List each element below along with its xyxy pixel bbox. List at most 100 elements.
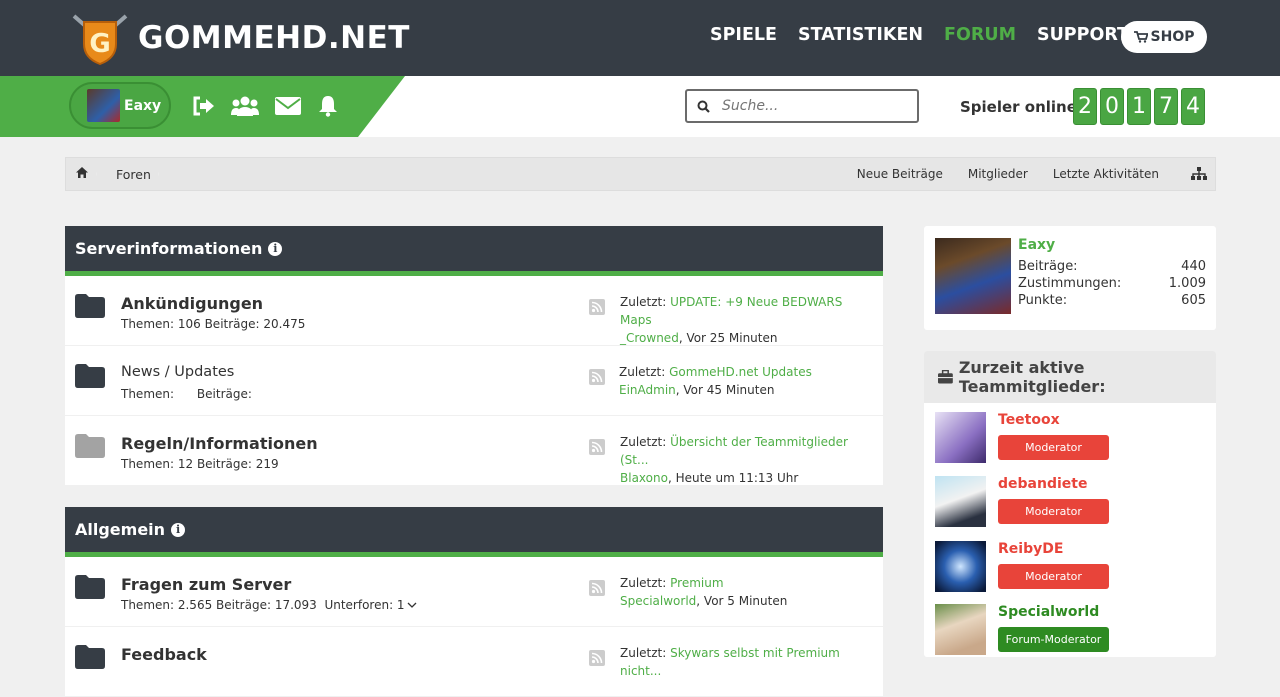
user-stat-likes: Zustimmungen: 1.009 xyxy=(1018,276,1206,291)
last-post-title[interactable]: GommeHD.net Updates xyxy=(669,365,812,379)
online-digit: 2 xyxy=(1073,88,1097,125)
stat-label: Zustimmungen: xyxy=(1018,276,1122,291)
forum-title[interactable]: Feedback xyxy=(121,645,207,664)
info-icon[interactable]: i xyxy=(171,522,186,537)
last-post-user[interactable]: EinAdmin xyxy=(619,383,676,397)
folder-icon xyxy=(75,575,105,599)
rss-icon[interactable] xyxy=(589,580,605,596)
folder-icon xyxy=(75,434,105,458)
main-nav: SPIELE STATISTIKEN FORUM SUPPORT xyxy=(710,25,1129,45)
forum-row[interactable]: News / Updates Themen: Beiträge: Zuletzt… xyxy=(65,346,883,416)
avatar[interactable] xyxy=(935,476,986,527)
mail-icon[interactable] xyxy=(275,95,301,117)
rss-icon[interactable] xyxy=(589,439,605,455)
rss-icon[interactable] xyxy=(589,299,605,315)
link-recent-activity[interactable]: Letzte Aktivitäten xyxy=(1053,167,1159,181)
svg-text:G: G xyxy=(89,29,110,59)
last-post-prefix: Zuletzt: xyxy=(620,435,667,449)
forum-stats: Themen: 12 Beiträge: 219 xyxy=(121,457,279,471)
site-header: G GOMMEHD.NET SPIELE STATISTIKEN FORUM S… xyxy=(0,0,1280,76)
category-title: Allgemein xyxy=(75,520,166,539)
logo-icon[interactable]: G xyxy=(70,12,130,66)
briefcase-icon xyxy=(938,370,953,384)
online-digit: 4 xyxy=(1181,88,1205,125)
stat-value: 605 xyxy=(1181,293,1206,308)
last-post-user[interactable]: Specialworld xyxy=(620,594,696,608)
shop-button[interactable]: SHOP xyxy=(1121,21,1207,53)
avatar[interactable] xyxy=(935,238,1011,314)
forum-title[interactable]: Regeln/Informationen xyxy=(121,434,318,453)
breadcrumb: Foren Neue Beiträge Mitglieder Letzte Ak… xyxy=(65,157,1216,191)
forum-stats: Themen: 2.565 Beiträge: 17.093 Unterfore… xyxy=(121,598,417,612)
forum-title[interactable]: Ankündigungen xyxy=(121,294,263,313)
shop-label: SHOP xyxy=(1150,29,1195,45)
forum-stats: Themen: 106 Beiträge: 20.475 xyxy=(121,317,306,331)
last-post-time: , Heute um 11:13 Uhr xyxy=(667,471,799,485)
sidebar-username[interactable]: Eaxy xyxy=(1018,237,1055,253)
team-member: Specialworld Forum-Moderator xyxy=(935,604,1205,656)
logout-icon[interactable] xyxy=(192,95,215,117)
sitemap-icon[interactable] xyxy=(1191,167,1207,181)
search-input[interactable] xyxy=(722,98,902,114)
bell-icon[interactable] xyxy=(317,95,339,117)
team-member-name[interactable]: Teetoox xyxy=(998,412,1060,428)
rss-icon[interactable] xyxy=(589,369,605,385)
forum-list: Serverinformationen i Ankündigungen Them… xyxy=(65,226,883,697)
user-stat-points: Punkte: 605 xyxy=(1018,293,1206,308)
home-icon[interactable] xyxy=(76,167,88,178)
nav-support[interactable]: SUPPORT xyxy=(1037,25,1129,45)
forum-row[interactable]: Regeln/Informationen Themen: 12 Beiträge… xyxy=(65,416,883,486)
nav-forum[interactable]: FORUM xyxy=(944,25,1016,45)
breadcrumb-current[interactable]: Foren xyxy=(116,167,151,182)
team-member-name[interactable]: ReibyDE xyxy=(998,541,1063,557)
avatar xyxy=(87,89,120,122)
nav-statistiken[interactable]: STATISTIKEN xyxy=(798,25,923,45)
forum-title[interactable]: News / Updates xyxy=(121,364,234,380)
online-digit: 7 xyxy=(1154,88,1178,125)
link-new-posts[interactable]: Neue Beiträge xyxy=(857,167,943,181)
team-member-name[interactable]: Specialworld xyxy=(998,604,1099,620)
online-digit: 1 xyxy=(1127,88,1151,125)
category-forums: Fragen zum Server Themen: 2.565 Beiträge… xyxy=(65,557,883,697)
breadcrumb-separator xyxy=(158,172,159,176)
online-digit: 0 xyxy=(1100,88,1124,125)
search-box[interactable] xyxy=(685,89,919,123)
chevron-down-icon[interactable] xyxy=(407,601,417,609)
info-icon[interactable]: i xyxy=(268,241,283,256)
team-member-name[interactable]: debandiete xyxy=(998,476,1087,492)
users-icon[interactable] xyxy=(231,95,259,117)
team-member: ReibyDE Moderator xyxy=(935,541,1205,593)
quick-actions xyxy=(192,95,339,117)
stat-label: Beiträge: xyxy=(1018,259,1078,274)
last-post-info: Zuletzt: UPDATE: +9 Neue BEDWARS Maps _C… xyxy=(620,293,870,347)
last-post-time: , Vor 25 Minuten xyxy=(678,331,778,345)
avatar[interactable] xyxy=(935,541,986,592)
forum-title[interactable]: Fragen zum Server xyxy=(121,575,291,594)
brand-name[interactable]: GOMMEHD.NET xyxy=(138,20,410,56)
user-menu-button[interactable]: Eaxy xyxy=(69,82,171,129)
last-post-prefix: Zuletzt: xyxy=(619,365,666,379)
folder-icon xyxy=(75,645,105,669)
last-post-info: Zuletzt: Skywars selbst mit Premium nich… xyxy=(620,644,870,680)
forum-row[interactable]: Ankündigungen Themen: 106 Beiträge: 20.4… xyxy=(65,276,883,346)
sidebar-user-card: Eaxy Beiträge: 440 Zustimmungen: 1.009 P… xyxy=(924,226,1216,330)
category-forums: Ankündigungen Themen: 106 Beiträge: 20.4… xyxy=(65,276,883,486)
username-label: Eaxy xyxy=(124,97,162,114)
forum-row[interactable]: Feedback Zuletzt: Skywars selbst mit Pre… xyxy=(65,627,883,697)
last-post-title[interactable]: Premium xyxy=(670,576,723,590)
active-team-panel: Zurzeit aktive Teammitglieder: Teetoox M… xyxy=(924,351,1216,657)
last-post-user[interactable]: Blaxono xyxy=(620,471,668,485)
last-post-time: , Vor 5 Minuten xyxy=(696,594,788,608)
avatar[interactable] xyxy=(935,412,986,463)
folder-icon xyxy=(75,294,105,318)
breadcrumb-separator xyxy=(96,172,97,176)
last-post-prefix: Zuletzt: xyxy=(620,646,667,660)
forum-row[interactable]: Fragen zum Server Themen: 2.565 Beiträge… xyxy=(65,557,883,627)
rss-icon[interactable] xyxy=(589,650,605,666)
nav-spiele[interactable]: SPIELE xyxy=(710,25,777,45)
last-post-user[interactable]: _Crowned xyxy=(620,331,679,345)
avatar[interactable] xyxy=(935,604,986,655)
category-header[interactable]: Allgemein i xyxy=(65,507,883,557)
category-header[interactable]: Serverinformationen i xyxy=(65,226,883,276)
link-members[interactable]: Mitglieder xyxy=(968,167,1028,181)
